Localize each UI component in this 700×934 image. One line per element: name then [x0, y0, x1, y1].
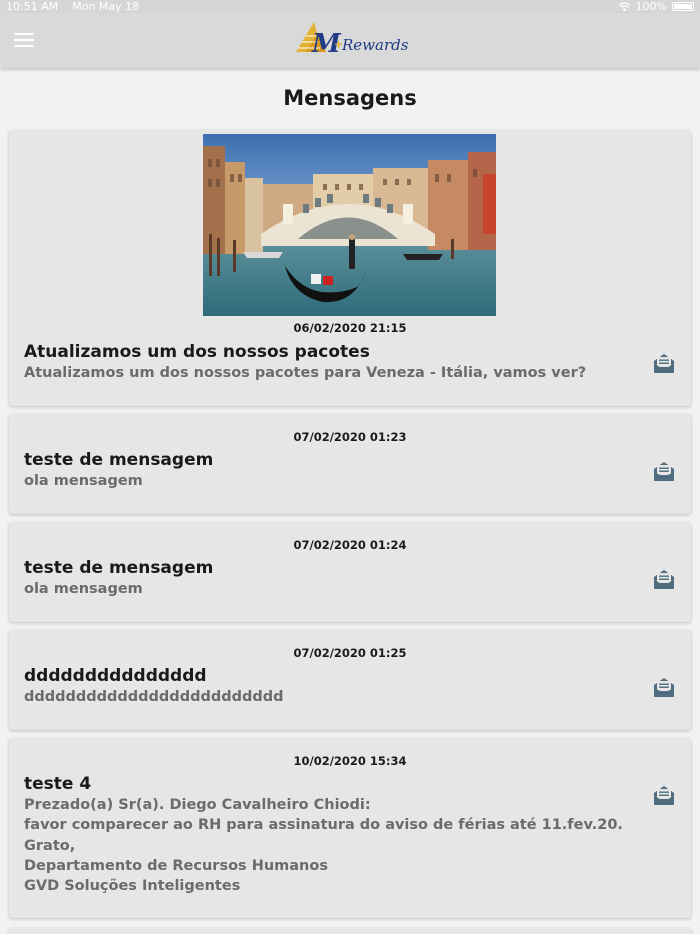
message-card[interactable]: 07/02/2020 01:25 ddddddddddddddd ddddddd…	[9, 630, 691, 730]
message-body-line: Atualizamos um dos nossos pacotes para V…	[24, 365, 587, 381]
message-title: teste de mensagem	[24, 558, 214, 578]
message-card[interactable]: 07/02/2020 01:24 teste de mensagem ola m…	[9, 522, 691, 622]
message-body-line: ddddddddddddddddddddddddd	[24, 689, 284, 705]
message-title: teste 4	[24, 774, 92, 794]
message-body-line: Departamento de Recursos Humanos	[24, 857, 328, 874]
message-body: Atualizamos um dos nossos pacotes para V…	[24, 363, 586, 383]
open-envelope-icon[interactable]	[652, 784, 676, 806]
message-body: Prezado(a) Sr(a). Diego Cavalheiro Chiod…	[24, 795, 623, 896]
status-date: Mon May 18	[72, 0, 140, 13]
message-title: Atualizamos um dos nossos pacotes	[24, 342, 370, 362]
message-body-line: ola mensagem	[24, 473, 143, 489]
open-envelope-icon[interactable]	[652, 460, 676, 482]
message-body-line: GVD Soluções Inteligentes	[24, 878, 241, 895]
nav-bar: M + Rewards	[0, 13, 700, 68]
menu-line	[14, 39, 34, 41]
open-envelope-icon[interactable]	[652, 352, 676, 374]
battery-percent: 100%	[635, 0, 667, 13]
message-body-line: favor comparecer ao RH para assinatura d…	[24, 817, 623, 834]
message-date: 06/02/2020 21:15	[293, 321, 407, 335]
message-card[interactable]: 07/02/2020 01:23 teste de mensagem ola m…	[9, 414, 691, 514]
message-title: teste de mensagem	[24, 450, 214, 470]
message-body-line: ola mensagem	[24, 581, 143, 597]
message-date: 07/02/2020 01:23	[293, 430, 407, 444]
message-card[interactable]: 06/02/2020 21:15 Atualizamos um dos noss…	[9, 130, 691, 406]
message-body-line: Grato,	[24, 837, 76, 854]
message-body-line: Prezado(a) Sr(a). Diego Cavalheiro Chiod…	[24, 797, 371, 813]
battery-icon	[672, 2, 694, 11]
wifi-icon	[618, 2, 631, 11]
message-date: 07/02/2020 01:25	[293, 646, 407, 660]
mrewards-logo: M + Rewards	[296, 22, 408, 59]
open-envelope-icon[interactable]	[652, 568, 676, 590]
svg-text:Rewards: Rewards	[341, 36, 408, 54]
message-body: ola mensagem	[24, 471, 143, 491]
hamburger-menu-button[interactable]	[14, 33, 34, 49]
menu-line	[14, 45, 34, 47]
open-envelope-icon[interactable]	[652, 676, 676, 698]
status-time: 10:51 AM	[6, 0, 59, 13]
message-card-partial[interactable]	[9, 928, 691, 934]
message-title: ddddddddddddddd	[24, 666, 207, 686]
message-body: ola mensagem	[24, 579, 143, 599]
message-body: ddddddddddddddddddddddddd	[24, 687, 284, 707]
page-title: Mensagens	[283, 86, 417, 110]
message-date: 07/02/2020 01:24	[293, 538, 407, 552]
menu-line	[14, 33, 34, 35]
status-bar: 10:51 AM Mon May 18 100%	[0, 0, 700, 13]
message-image	[203, 134, 496, 316]
message-date: 10/02/2020 15:34	[293, 754, 407, 768]
message-card[interactable]: 10/02/2020 15:34 teste 4 Prezado(a) Sr(a…	[9, 738, 691, 918]
